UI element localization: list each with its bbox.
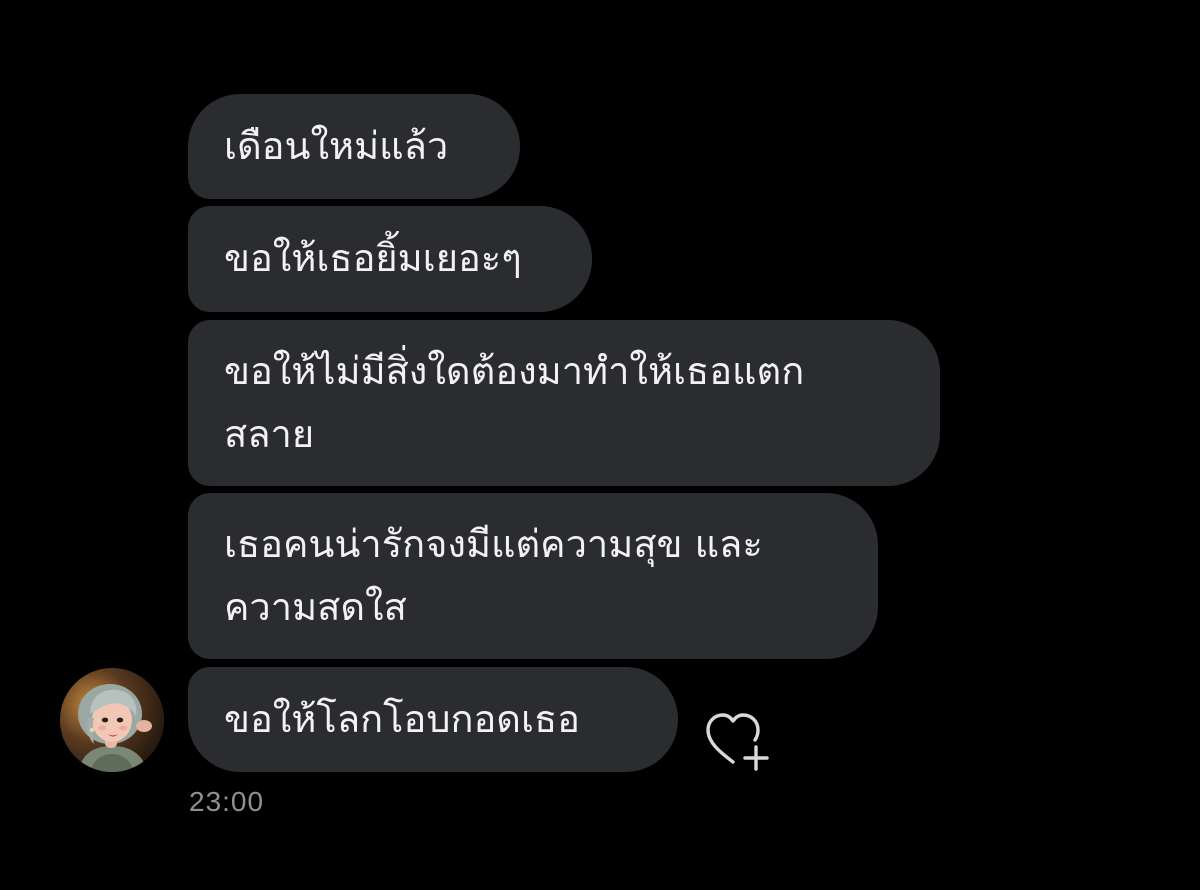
message-bubble[interactable]: เธอคนน่ารักจงมีแต่ความสุข และ ความสดใส (188, 493, 878, 659)
message-timestamp: 23:00 (189, 786, 265, 817)
message-bubble[interactable]: ขอให้ไม่มีสิ่งใดต้องมาทำให้เธอแตก สลาย (188, 320, 940, 486)
message-bubble[interactable]: ขอให้เธอยิ้มเยอะๆ (188, 206, 592, 312)
message-bubble[interactable]: เดือนใหม่แล้ว (188, 94, 520, 199)
message-bubble[interactable]: ขอให้โลกโอบกอดเธอ (188, 667, 678, 772)
heart-plus-icon (706, 713, 769, 771)
avatar-image (60, 668, 164, 772)
add-reaction-button[interactable] (700, 706, 770, 772)
sender-avatar[interactable] (60, 668, 164, 772)
message-thread: เดือนใหม่แล้ว ขอให้เธอยิ้มเยอะๆ ขอให้ไม่… (0, 0, 1200, 890)
